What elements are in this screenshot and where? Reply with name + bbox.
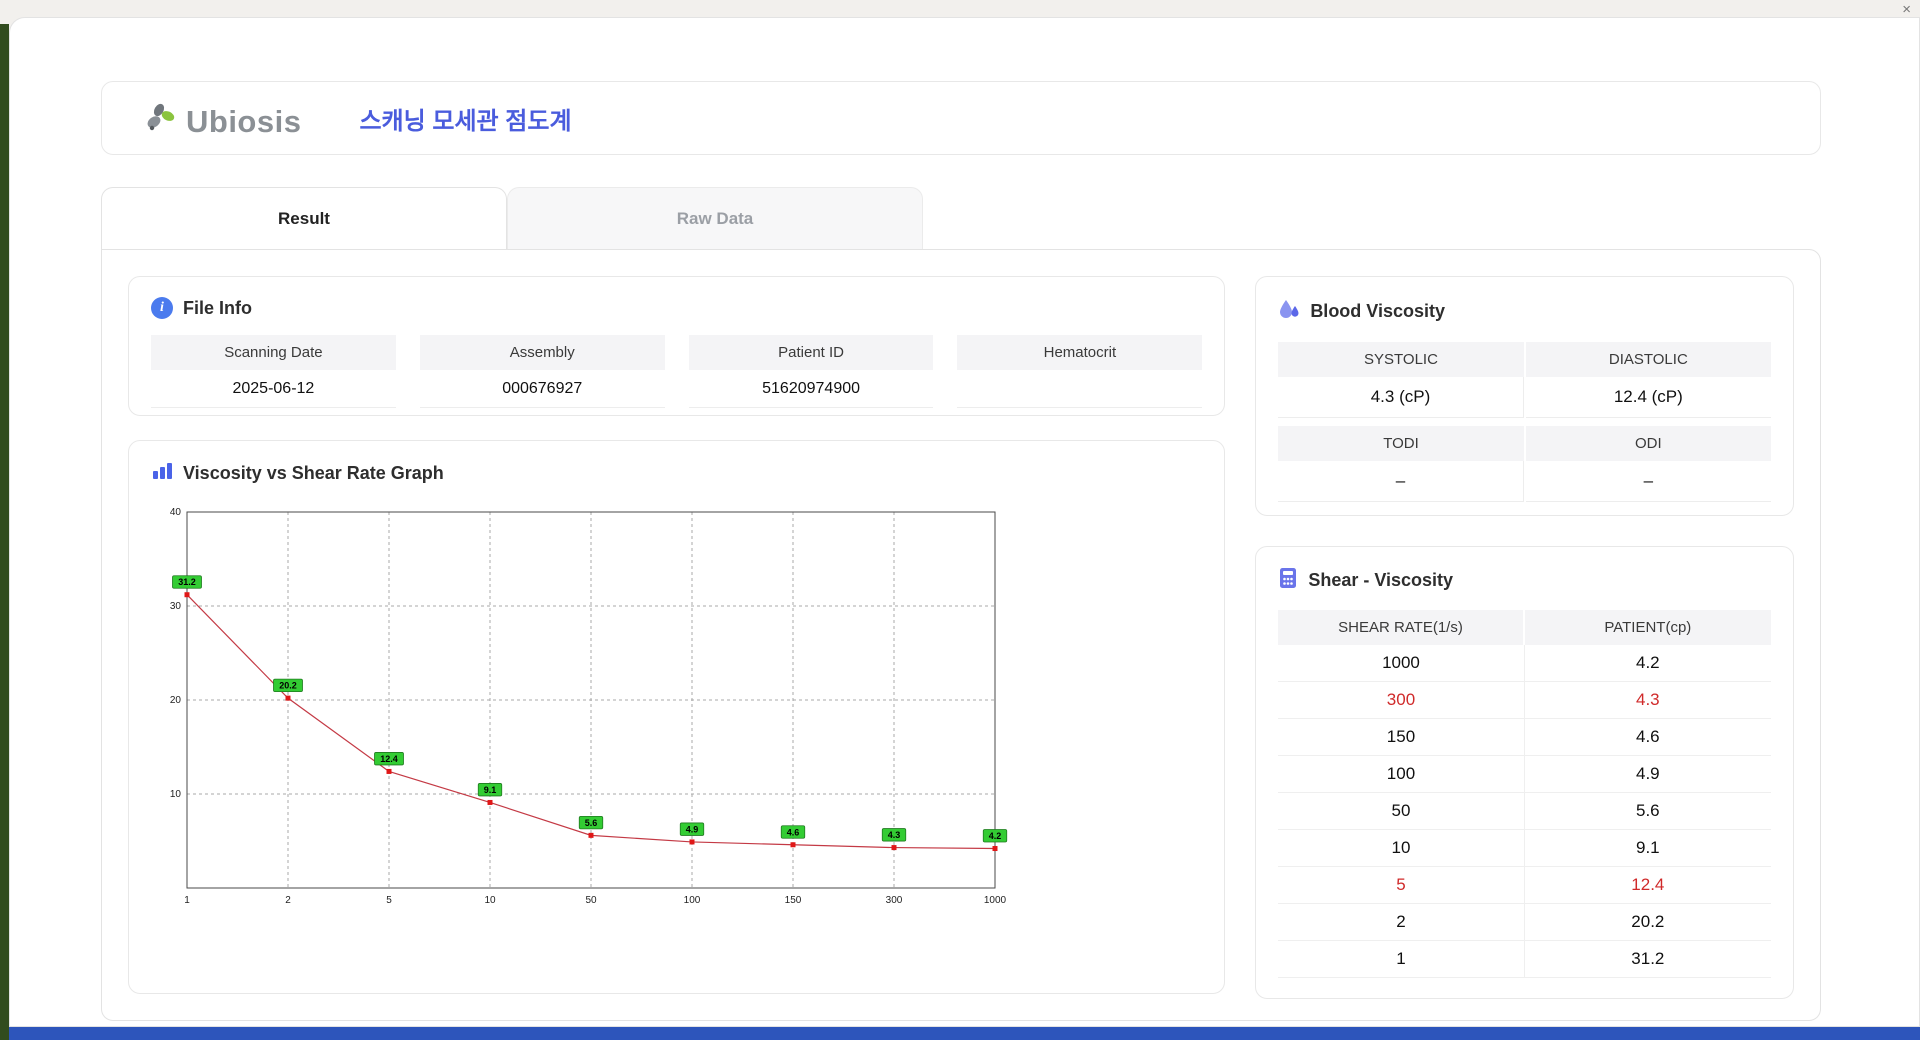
droplet-icon xyxy=(1278,297,1300,326)
svg-text:300: 300 xyxy=(886,895,903,906)
table-cell-patient: 9.1 xyxy=(1525,830,1771,867)
svg-text:4.6: 4.6 xyxy=(787,827,800,837)
shear-viscosity-title: Shear - Viscosity xyxy=(1308,570,1453,591)
svg-text:4.3: 4.3 xyxy=(888,830,901,840)
bv-value-systolic: 4.3 (cP) xyxy=(1278,377,1523,418)
page-title: 스캐닝 모세관 점도계 xyxy=(359,101,571,136)
header-card: Ubiosis 스캐닝 모세관 점도계 xyxy=(101,81,1821,155)
svg-text:4.9: 4.9 xyxy=(686,824,699,834)
field-value-hematocrit xyxy=(957,370,1202,408)
file-info-title: File Info xyxy=(183,298,252,319)
table-cell-patient: 4.2 xyxy=(1525,645,1771,682)
field-value-assembly: 000676927 xyxy=(420,370,665,408)
bv-label-systolic: SYSTOLIC xyxy=(1278,342,1523,377)
viscosity-chart: 1 2 5 10 50 100 150 300 1000 10 20 30 40 31.2 20.2 12.4… xyxy=(151,496,1011,916)
svg-text:9.1: 9.1 xyxy=(484,785,497,795)
shear-viscosity-table: SHEAR RATE(1/s) PATIENT(cp) 1000 4.2 300… xyxy=(1278,610,1771,978)
table-cell-patient: 4.9 xyxy=(1525,756,1771,793)
svg-text:100: 100 xyxy=(684,895,701,906)
svg-text:10: 10 xyxy=(484,895,496,906)
tab-raw-data[interactable]: Raw Data xyxy=(507,187,923,249)
leaf-logo-icon xyxy=(144,100,182,137)
taskbar-strip xyxy=(9,1027,1920,1040)
bv-value-odi: – xyxy=(1526,461,1771,502)
svg-text:1000: 1000 xyxy=(984,895,1007,906)
table-cell-shear: 5 xyxy=(1278,867,1524,904)
column-header-shear-rate: SHEAR RATE(1/s) xyxy=(1278,610,1524,645)
table-cell-shear: 1000 xyxy=(1278,645,1524,682)
table-cell-patient: 12.4 xyxy=(1525,867,1771,904)
logo-text: Ubiosis xyxy=(186,106,301,137)
field-label-hematocrit: Hematocrit xyxy=(957,335,1202,370)
tab-result[interactable]: Result xyxy=(101,187,507,249)
table-cell-patient: 4.3 xyxy=(1525,682,1771,719)
blood-viscosity-card: Blood Viscosity SYSTOLIC DIASTOLIC 4.3 (… xyxy=(1255,276,1794,516)
calculator-icon xyxy=(1278,567,1298,594)
bv-value-todi: – xyxy=(1278,461,1523,502)
svg-text:12.4: 12.4 xyxy=(380,754,398,764)
table-cell-shear: 1 xyxy=(1278,941,1524,978)
field-label-assembly: Assembly xyxy=(420,335,665,370)
table-cell-shear: 10 xyxy=(1278,830,1524,867)
field-value-scanning-date: 2025-06-12 xyxy=(151,370,396,408)
table-cell-shear: 50 xyxy=(1278,793,1524,830)
svg-text:50: 50 xyxy=(585,895,597,906)
bv-label-todi: TODI xyxy=(1278,426,1523,461)
svg-text:20: 20 xyxy=(170,695,182,706)
chart-container: 1 2 5 10 50 100 150 300 1000 10 20 30 40 31.2 20.2 12.4… xyxy=(151,496,1202,921)
svg-text:4.2: 4.2 xyxy=(989,831,1002,841)
table-cell-patient: 20.2 xyxy=(1525,904,1771,941)
bar-chart-icon xyxy=(151,461,173,486)
table-cell-patient: 31.2 xyxy=(1525,941,1771,978)
graph-title: Viscosity vs Shear Rate Graph xyxy=(183,463,444,484)
svg-text:31.2: 31.2 xyxy=(178,577,196,587)
close-icon[interactable]: × xyxy=(1902,2,1911,17)
svg-text:20.2: 20.2 xyxy=(279,681,297,691)
blood-viscosity-title: Blood Viscosity xyxy=(1310,301,1445,322)
table-cell-patient: 5.6 xyxy=(1525,793,1771,830)
svg-text:5.6: 5.6 xyxy=(585,818,598,828)
column-header-patient: PATIENT(cp) xyxy=(1525,610,1771,645)
svg-text:2: 2 xyxy=(285,895,291,906)
bv-label-odi: ODI xyxy=(1526,426,1771,461)
field-label-patient-id: Patient ID xyxy=(689,335,934,370)
table-cell-shear: 100 xyxy=(1278,756,1524,793)
table-cell-shear: 2 xyxy=(1278,904,1524,941)
svg-text:1: 1 xyxy=(184,895,190,906)
tab-bar: Result Raw Data xyxy=(101,187,1821,249)
graph-card: Viscosity vs Shear Rate Graph 1 2 5 10 50 100… xyxy=(128,440,1225,994)
svg-text:10: 10 xyxy=(170,789,182,800)
table-cell-shear: 150 xyxy=(1278,719,1524,756)
svg-text:150: 150 xyxy=(785,895,802,906)
file-info-card: i File Info Scanning Date Assembly Patie… xyxy=(128,276,1225,416)
svg-text:5: 5 xyxy=(386,895,392,906)
logo: Ubiosis xyxy=(144,100,301,137)
field-label-scanning-date: Scanning Date xyxy=(151,335,396,370)
svg-text:40: 40 xyxy=(170,507,182,518)
bv-value-diastolic: 12.4 (cP) xyxy=(1526,377,1771,418)
field-value-patient-id: 51620974900 xyxy=(689,370,934,408)
shear-viscosity-card: Shear - Viscosity SHEAR RATE(1/s) PATIEN… xyxy=(1255,546,1794,999)
app-window: Ubiosis 스캐닝 모세관 점도계 Result Raw Data i Fi… xyxy=(9,17,1920,1027)
bv-label-diastolic: DIASTOLIC xyxy=(1526,342,1771,377)
table-cell-patient: 4.6 xyxy=(1525,719,1771,756)
info-icon: i xyxy=(151,297,173,319)
table-cell-shear: 300 xyxy=(1278,682,1524,719)
desktop-background-strip xyxy=(0,24,9,1040)
result-panel: i File Info Scanning Date Assembly Patie… xyxy=(101,249,1821,1021)
svg-text:30: 30 xyxy=(170,601,182,612)
